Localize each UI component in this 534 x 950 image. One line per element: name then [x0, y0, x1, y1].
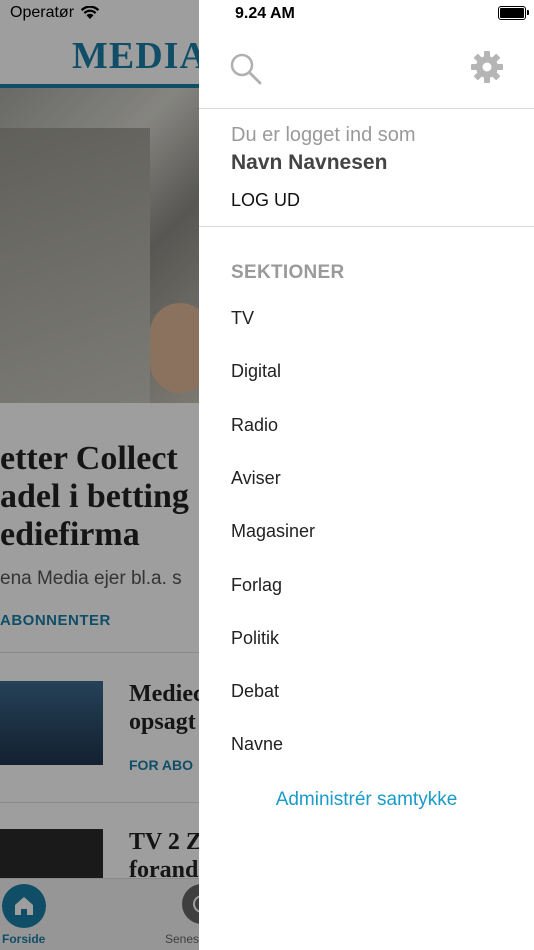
logged-in-label: Du er logget ind som — [231, 124, 416, 146]
header-divider — [199, 108, 534, 109]
logout-button[interactable]: LOG UD — [231, 190, 300, 211]
section-item-debat[interactable]: Debat — [231, 681, 279, 702]
manage-consent-link[interactable]: Administrér samtykke — [199, 789, 534, 811]
battery-icon — [498, 6, 529, 20]
section-item-radio[interactable]: Radio — [231, 415, 278, 436]
gear-icon[interactable] — [470, 50, 504, 84]
status-time: 9.24 AM — [235, 5, 295, 22]
section-item-forlag[interactable]: Forlag — [231, 575, 282, 596]
section-item-tv[interactable]: TV — [231, 308, 254, 329]
user-name: Navn Navnesen — [231, 151, 388, 174]
section-item-magasiner[interactable]: Magasiner — [231, 521, 315, 542]
search-icon[interactable] — [229, 52, 263, 86]
section-item-navne[interactable]: Navne — [231, 734, 283, 755]
side-drawer: 9.24 AM Du er logget ind som Navn Navnes… — [199, 0, 534, 950]
section-item-digital[interactable]: Digital — [231, 361, 281, 382]
sections-header: SEKTIONER — [231, 262, 345, 283]
account-divider — [199, 226, 534, 227]
section-item-politik[interactable]: Politik — [231, 628, 279, 649]
section-item-aviser[interactable]: Aviser — [231, 468, 281, 489]
